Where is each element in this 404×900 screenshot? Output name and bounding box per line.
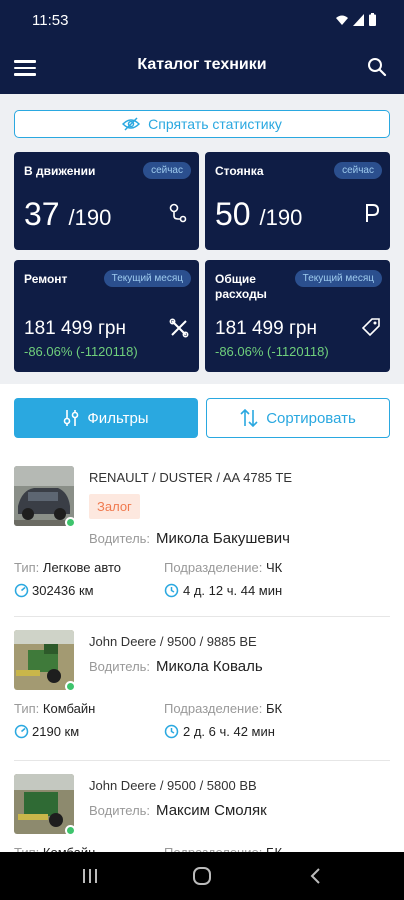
stat-amount: 181 499 грн [24, 318, 126, 339]
vehicle-mileage: 302436 км [32, 583, 94, 598]
home-icon[interactable] [192, 866, 212, 886]
system-navigation-bar [0, 852, 404, 900]
stat-change: -86.06% (-1120118) [24, 344, 138, 359]
vehicle-name: John Deere / 9500 / 9885 BE [89, 634, 257, 649]
system-icons [335, 13, 376, 26]
filters-button[interactable]: Фильтры [14, 398, 198, 438]
stat-amount: 181 499 грн [215, 318, 317, 339]
vehicle-list-item[interactable]: RENAULT / DUSTER / AA 4785 TE Залог Води… [14, 466, 390, 606]
stat-badge: Текущий месяц [103, 270, 191, 287]
battery-icon [369, 13, 376, 26]
vehicle-division: БК [265, 701, 283, 716]
hide-statistics-button[interactable]: Спрятать статистику [14, 110, 390, 138]
vehicle-type: Комбайн [43, 845, 95, 852]
online-status-dot [65, 681, 76, 692]
divider [14, 760, 390, 761]
clock-icon [164, 724, 179, 739]
stat-label: Стоянка [215, 164, 264, 178]
vehicle-list-item[interactable]: John Deere / 9500 / 5800 BB Водитель: Мак… [14, 774, 390, 852]
status-time: 11:53 [32, 12, 69, 29]
speedometer-icon [14, 583, 29, 598]
back-icon[interactable] [306, 866, 326, 886]
sort-arrows-icon [240, 409, 258, 427]
stat-value: 50 /190 [215, 196, 303, 232]
wifi-icon [336, 15, 348, 25]
driver-name: Микола Бакушевич [156, 530, 290, 547]
speedometer-icon [14, 724, 29, 739]
search-icon[interactable] [366, 56, 388, 78]
vehicle-photo [14, 630, 74, 690]
vehicle-division: ЧК [265, 560, 283, 575]
online-status-dot [65, 825, 76, 836]
stat-card-expenses[interactable]: Общие расходы Текущий месяц 181 499 грн -… [205, 260, 390, 372]
hide-statistics-label: Спрятать статистику [148, 116, 282, 132]
list-actions: Фильтры Сортировать [14, 398, 390, 438]
sort-label: Сортировать [266, 409, 356, 427]
divider [14, 616, 390, 617]
stat-label: Общие расходы [215, 272, 267, 301]
stat-badge: сейчас [334, 162, 382, 179]
vehicle-duration: 4 д. 12 ч. 44 мин [183, 583, 283, 598]
vehicle-duration: 2 д. 6 ч. 42 мин [183, 724, 275, 739]
clock-icon [164, 583, 179, 598]
driver-name: Максим Смоляк [156, 802, 267, 819]
driver-name: Микола Коваль [156, 658, 263, 675]
vehicle-division: БК [266, 845, 282, 852]
driver-line: Водитель: Микола Бакушевич [89, 530, 290, 547]
stat-change: -86.06% (-1120118) [215, 344, 329, 359]
vehicle-photo [14, 774, 74, 834]
stat-card-repair[interactable]: Ремонт Текущий месяц 181 499 грн -86.06%… [14, 260, 199, 372]
vehicle-list-item[interactable]: John Deere / 9500 / 9885 BE Водитель: Мик… [14, 630, 390, 750]
filters-label: Фильтры [87, 409, 149, 427]
app-bar: Каталог техники [0, 42, 404, 94]
statistics-panel: Спрятать статистику В движении сейчас 37… [0, 94, 404, 384]
stat-badge: Текущий месяц [294, 270, 382, 287]
tools-icon [169, 318, 189, 338]
stat-label: В движении [24, 164, 96, 178]
vehicle-name: John Deere / 9500 / 5800 BB [89, 778, 257, 793]
tag-icon [362, 318, 380, 336]
sliders-icon [64, 410, 79, 426]
eye-off-icon [122, 117, 141, 131]
stat-label: Ремонт [24, 272, 68, 286]
page-title: Каталог техники [137, 56, 267, 73]
parking-icon [366, 204, 380, 222]
signal-icon [353, 14, 364, 26]
driver-line: Водитель: Микола Коваль [89, 658, 263, 675]
vehicle-photo [14, 466, 74, 526]
vehicle-mileage: 2190 км [32, 724, 80, 739]
vehicle-name: RENAULT / DUSTER / AA 4785 TE [89, 470, 293, 485]
online-status-dot [65, 517, 76, 528]
route-icon [169, 203, 187, 223]
driver-line: Водитель: Максим Смоляк [89, 802, 267, 819]
vehicle-type: Легкове авто [42, 560, 121, 575]
status-bar: 11:53 [0, 0, 404, 42]
recent-apps-icon[interactable] [80, 866, 100, 886]
stat-badge: сейчас [143, 162, 191, 179]
vehicle-type: Комбайн [42, 701, 96, 716]
sort-button[interactable]: Сортировать [206, 398, 390, 438]
stat-card-moving[interactable]: В движении сейчас 37 /190 [14, 152, 199, 250]
stat-card-parking[interactable]: Стоянка сейчас 50 /190 [205, 152, 390, 250]
stat-value: 37 /190 [24, 196, 112, 232]
status-badge: Залог [89, 494, 140, 519]
